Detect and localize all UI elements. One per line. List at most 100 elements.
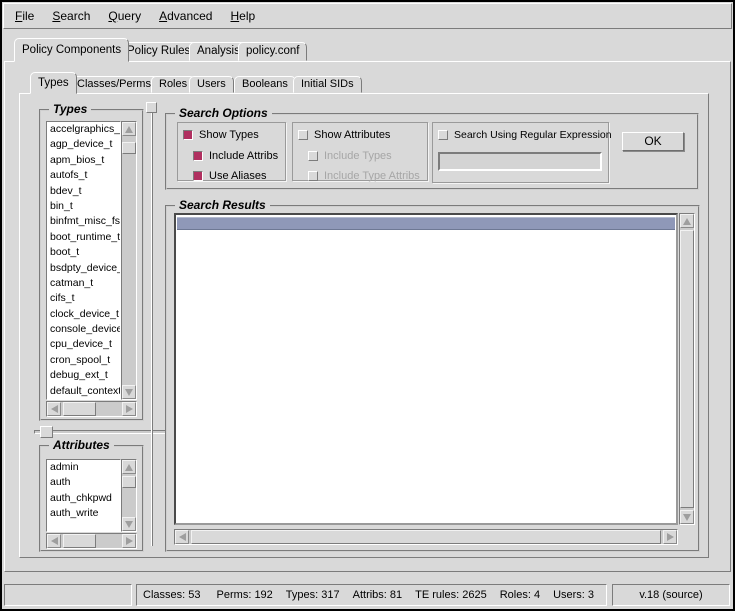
list-item[interactable]: boot_t [47,245,120,260]
attributes-vscrollbar[interactable] [121,459,137,532]
scroll-up-icon[interactable] [122,122,136,136]
list-item[interactable]: default_t [47,399,120,400]
list-item[interactable]: catman_t [47,276,120,291]
list-item[interactable]: cifs_t [47,291,120,306]
list-item[interactable]: cron_spool_t [47,353,120,368]
scroll-down-icon[interactable] [122,517,136,531]
list-item[interactable]: admin [47,460,120,475]
scrollbar-thumb[interactable] [63,534,96,548]
checkbox-label: Include Type Attribs [324,170,420,182]
list-item[interactable]: auth [47,475,120,490]
tab-policy-rules[interactable]: Policy Rules [119,42,198,61]
list-resize-slider-thumb[interactable] [40,426,53,438]
checkbox-indicator-icon [193,151,203,161]
list-item[interactable]: bdev_t [47,184,120,199]
list-item[interactable]: binfmt_misc_fs [47,214,120,229]
tab-initial-sids[interactable]: Initial SIDs [293,76,362,93]
checkbox-include-attribs[interactable]: Include Attribs [193,149,278,163]
statusbar-version-panel: v.18 (source) [612,584,730,606]
regex-input[interactable] [438,152,602,171]
tab-users[interactable]: Users [189,76,234,93]
search-results-group-label: Search Results [175,198,270,212]
checkbox-include-type-attribs[interactable]: Include Type Attribs [308,169,420,183]
menu-item[interactable]: Help [221,7,264,25]
list-item[interactable]: apm_bios_t [47,153,120,168]
statusbar-stat: Roles: 4 [500,589,540,601]
types-vscrollbar[interactable] [121,121,137,400]
results-selection-highlight [177,217,675,230]
list-item[interactable]: boot_runtime_t [47,230,120,245]
list-item[interactable]: cpu_device_t [47,337,120,352]
scroll-down-icon[interactable] [680,510,694,524]
tab-types[interactable]: Types [30,72,77,94]
list-item[interactable]: console_device [47,322,120,337]
scrollbar-thumb[interactable] [680,230,694,508]
attributes-listbox[interactable]: admin authauth_chkpwdauth_write [46,459,121,532]
tab-policy-components[interactable]: Policy Components [14,38,129,62]
scroll-right-icon[interactable] [122,402,136,416]
checkbox-use-aliases[interactable]: Use Aliases [193,169,266,183]
list-item[interactable]: bin_t [47,199,120,214]
right-triangle-icon [126,537,133,545]
up-triangle-icon [125,126,133,133]
scroll-up-icon[interactable] [680,214,694,228]
menu-item[interactable]: Advanced [150,7,221,25]
list-resize-slider-trough[interactable] [34,430,166,434]
tab-policy-conf[interactable]: policy.conf [238,42,307,61]
tab-classes-perms[interactable]: Classes/Perms [69,76,159,93]
list-item[interactable]: bsdpty_device_ [47,261,120,276]
list-item[interactable]: default_context [47,384,120,399]
scroll-right-icon[interactable] [122,534,136,548]
menu-item[interactable]: Query [99,7,150,25]
checkbox-indicator-icon [183,130,193,140]
list-item[interactable]: agp_device_t [47,137,120,152]
right-triangle-icon [126,405,133,413]
checkbox-indicator-icon [193,171,203,181]
list-item[interactable]: autofs_t [47,168,120,183]
scroll-left-icon[interactable] [47,402,61,416]
pane-sash[interactable] [151,102,153,546]
attributes-hscrollbar[interactable] [46,533,137,549]
menu-bar: File SearchQueryAdvancedHelp [3,3,732,29]
scroll-right-icon[interactable] [663,530,677,544]
checkbox-show-attributes[interactable]: Show Attributes [298,128,390,142]
apol-window: File SearchQueryAdvancedHelp Policy Comp… [0,0,735,611]
tab-booleans[interactable]: Booleans [234,76,296,93]
types-page: Types accelgraphics_e agp_device_tapm_bi… [19,93,709,558]
search-options-groupbox: Search Options Show Types Include Attrib… [165,113,699,190]
checkbox-regex[interactable]: Search Using Regular Expression [438,128,612,142]
checkbox-show-types[interactable]: Show Types [183,128,259,142]
scroll-down-icon[interactable] [122,385,136,399]
list-item[interactable]: auth_write [47,506,120,521]
scrollbar-thumb[interactable] [122,142,136,154]
show-types-frame: Show Types Include Attribs Use Aliases [177,122,286,181]
checkbox-include-types[interactable]: Include Types [308,149,392,163]
statusbar-stat: Types: 317 [286,589,340,601]
ok-button[interactable]: OK [622,132,684,151]
scrollbar-thumb[interactable] [122,476,136,488]
checkbox-label: Use Aliases [209,170,266,182]
scroll-left-icon[interactable] [175,530,189,544]
scroll-left-icon[interactable] [47,534,61,548]
menu-item[interactable]: Search [43,7,99,25]
pane-sash-grip[interactable] [146,102,157,113]
statusbar-message-panel [4,584,132,606]
statusbar-stats-panel: Classes: 53 Perms: 192Types: 317Attribs:… [136,584,607,606]
checkbox-label: Show Types [199,129,259,141]
checkbox-indicator-icon [308,151,318,161]
checkbox-label: Include Types [324,150,392,162]
results-hscrollbar[interactable] [174,529,678,545]
scroll-up-icon[interactable] [122,460,136,474]
types-hscrollbar[interactable] [46,401,137,417]
scrollbar-thumb[interactable] [191,530,661,544]
list-item[interactable]: accelgraphics_e [47,122,120,137]
list-item[interactable]: debug_ext_t [47,368,120,383]
list-item[interactable]: clock_device_t [47,307,120,322]
checkbox-label: Show Attributes [314,129,390,141]
types-listbox[interactable]: accelgraphics_e agp_device_tapm_bios_tau… [46,121,121,400]
search-results-textarea[interactable] [174,213,678,525]
menu-item[interactable]: File [6,7,43,25]
scrollbar-thumb[interactable] [63,402,96,416]
results-vscrollbar[interactable] [679,213,695,525]
list-item[interactable]: auth_chkpwd [47,491,120,506]
